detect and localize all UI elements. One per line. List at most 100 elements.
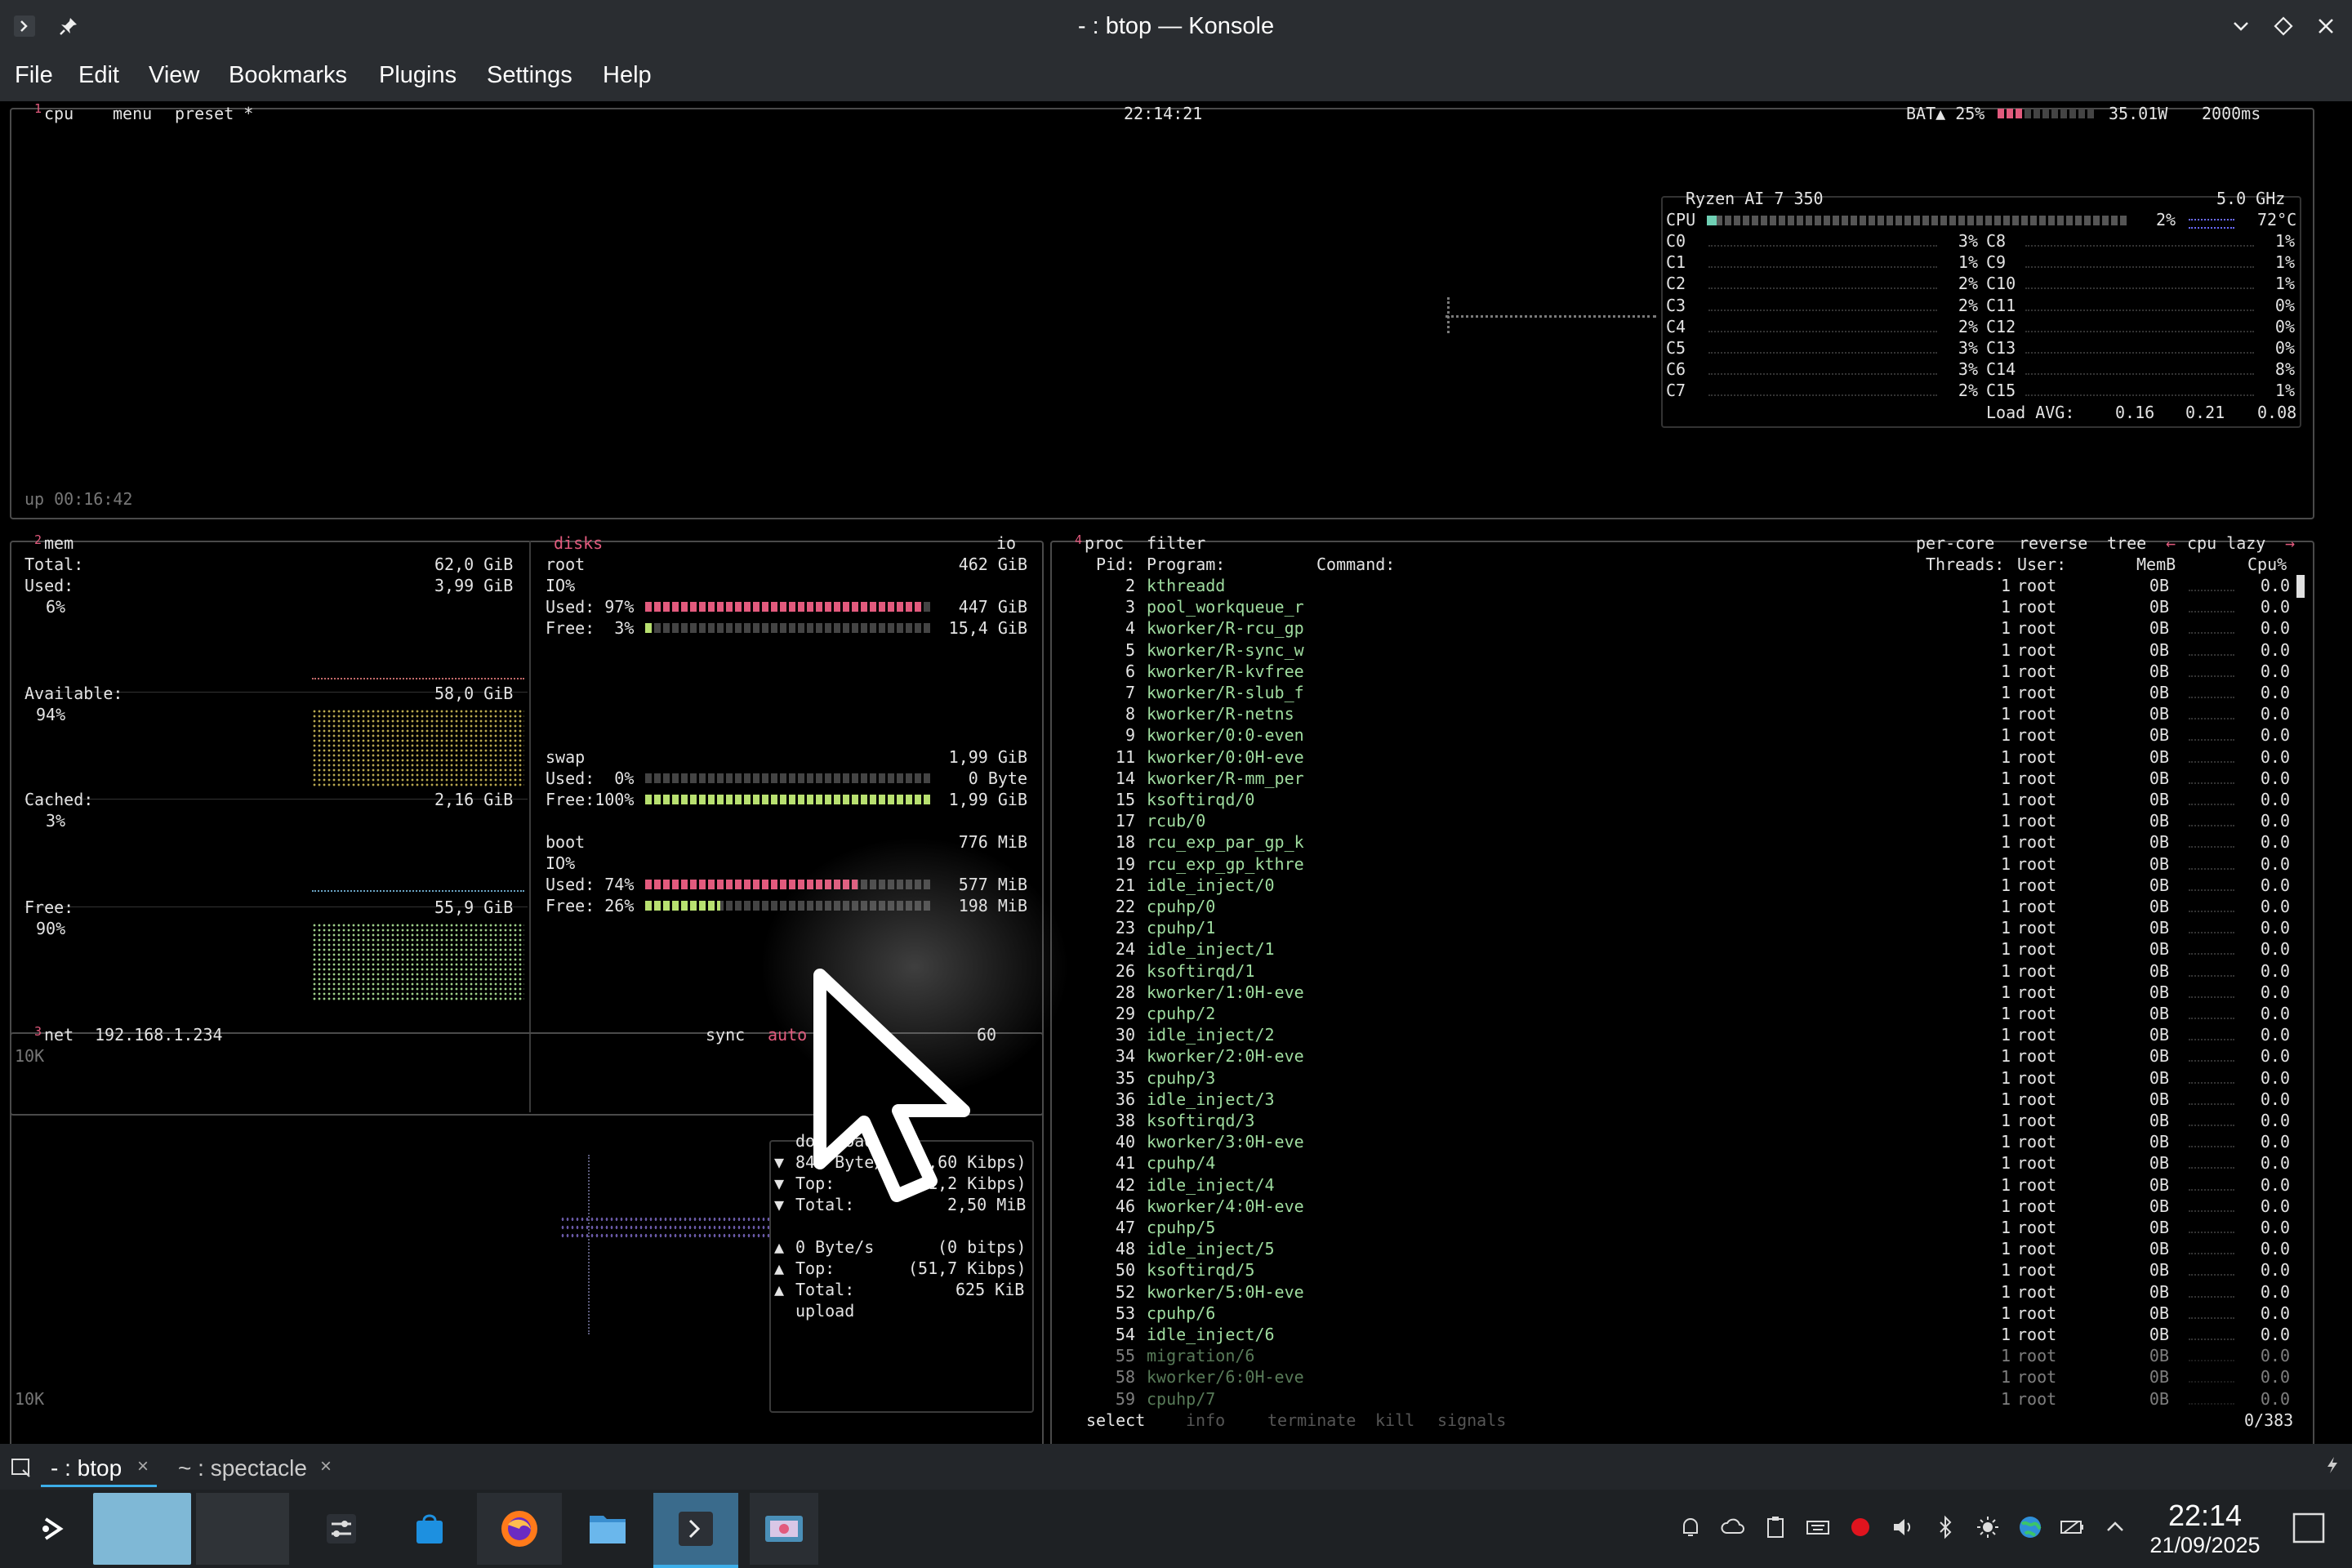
proc-info[interactable]: info	[1186, 1410, 1225, 1431]
minimize-icon[interactable]	[2226, 11, 2256, 41]
close-icon[interactable]	[2311, 11, 2341, 41]
table-row[interactable]: 7 kworker/R-slub_f 1 root 0B 0.0	[1054, 682, 2295, 703]
table-row[interactable]: 38 ksoftirqd/3 1 root 0B 0.0	[1054, 1110, 2295, 1131]
table-row[interactable]: 40 kworker/3:0H-eve 1 root 0B 0.0	[1054, 1131, 2295, 1152]
table-row[interactable]: 19 rcu_exp_gp_kthre 1 root 0B 0.0	[1054, 853, 2295, 875]
table-row[interactable]: 3 pool_workqueue_r 1 root 0B 0.0	[1054, 596, 2295, 617]
table-row[interactable]: 22 cpuhp/0 1 root 0B 0.0	[1054, 896, 2295, 917]
table-row[interactable]: 59 cpuhp/7 1 root 0B 0.0	[1054, 1388, 2295, 1410]
tab-spectacle[interactable]: ~ : spectacle ×	[168, 1449, 340, 1485]
menu-view[interactable]: View	[149, 62, 199, 89]
disks-tab[interactable]: disks	[554, 532, 603, 554]
proc-terminate[interactable]: terminate	[1267, 1410, 1356, 1431]
desktop-pager-2[interactable]	[196, 1493, 289, 1565]
discover-store-icon[interactable]	[405, 1493, 454, 1565]
table-row[interactable]: 54 idle_inject/6 1 root 0B 0.0	[1054, 1324, 2295, 1345]
tab-menu-icon[interactable]	[2324, 1455, 2341, 1478]
tab-close-icon[interactable]: ×	[320, 1455, 332, 1478]
network-globe-icon[interactable]	[2016, 1512, 2045, 1542]
proc-scrollbar[interactable]	[2296, 575, 2305, 598]
proc-tab[interactable]: proc	[1085, 532, 1124, 554]
table-row[interactable]: 8 kworker/R-netns 1 root 0B 0.0	[1054, 703, 2295, 724]
header-user[interactable]: User:	[2017, 554, 2066, 575]
table-row[interactable]: 34 kworker/2:0H-eve 1 root 0B 0.0	[1054, 1045, 2295, 1067]
menu-edit[interactable]: Edit	[78, 62, 119, 89]
cpu-menu-button[interactable]: menu	[113, 103, 152, 124]
disk-name[interactable]: boot	[546, 831, 585, 853]
tab-close-icon[interactable]: ×	[137, 1455, 149, 1478]
table-row[interactable]: 17 rcub/0 1 root 0B 0.0	[1054, 810, 2295, 831]
net-tab[interactable]: net	[44, 1024, 74, 1045]
table-row[interactable]: 23 cpuhp/1 1 root 0B 0.0	[1054, 917, 2295, 938]
table-row[interactable]: 4 kworker/R-rcu_gp 1 root 0B 0.0	[1054, 617, 2295, 639]
proc-signals[interactable]: signals	[1437, 1410, 1506, 1431]
header-program[interactable]: Program:	[1147, 554, 1225, 575]
sort-right-arrow[interactable]: →	[2285, 532, 2295, 554]
volume-icon[interactable]	[1888, 1512, 1918, 1542]
header-threads[interactable]: Threads:	[1926, 554, 2004, 575]
header-mem[interactable]: MemB	[2136, 554, 2176, 575]
chevron-up-icon[interactable]	[2100, 1512, 2130, 1542]
reverse-toggle[interactable]: reverse	[2019, 532, 2087, 554]
cloud-sync-icon[interactable]	[1718, 1512, 1748, 1542]
cpu-preset-button[interactable]: preset *	[175, 103, 253, 124]
update-interval[interactable]: 2000ms	[2202, 103, 2261, 124]
konsole-task-icon[interactable]	[653, 1493, 738, 1568]
net-sync-toggle[interactable]: sync	[706, 1024, 745, 1045]
desktop-pager-1[interactable]	[93, 1493, 191, 1565]
cpu-tab[interactable]: cpu	[44, 103, 74, 124]
table-row[interactable]: 36 idle_inject/3 1 root 0B 0.0	[1054, 1089, 2295, 1110]
menu-bookmarks[interactable]: Bookmarks	[229, 62, 347, 89]
proc-filter-button[interactable]: filter	[1147, 532, 1205, 554]
menu-file[interactable]: File	[15, 62, 53, 89]
disk-name[interactable]: swap	[546, 746, 585, 768]
settings-app-icon[interactable]	[317, 1493, 366, 1565]
table-row[interactable]: 53 cpuhp/6 1 root 0B 0.0	[1054, 1303, 2295, 1324]
menu-plugins[interactable]: Plugins	[379, 62, 457, 89]
clock[interactable]: 22:14 21/09/2025	[2140, 1499, 2270, 1558]
table-row[interactable]: 41 cpuhp/4 1 root 0B 0.0	[1054, 1152, 2295, 1174]
brightness-icon[interactable]	[1973, 1512, 2002, 1542]
tab-btop[interactable]: - : btop ×	[41, 1449, 157, 1487]
menu-help[interactable]: Help	[603, 62, 652, 89]
disks-io-toggle[interactable]: io	[996, 532, 1016, 554]
disk-name[interactable]: root	[546, 554, 585, 575]
table-row[interactable]: 28 kworker/1:0H-eve 1 root 0B 0.0	[1054, 982, 2295, 1003]
menu-settings[interactable]: Settings	[487, 62, 572, 89]
table-row[interactable]: 58 kworker/6:0H-eve 1 root 0B 0.0	[1054, 1366, 2295, 1388]
table-row[interactable]: 35 cpuhp/3 1 root 0B 0.0	[1054, 1067, 2295, 1089]
file-manager-icon[interactable]	[583, 1493, 632, 1565]
table-row[interactable]: 47 cpuhp/5 1 root 0B 0.0	[1054, 1217, 2295, 1238]
table-row[interactable]: 29 cpuhp/2 1 root 0B 0.0	[1054, 1003, 2295, 1024]
table-row[interactable]: 24 idle_inject/1 1 root 0B 0.0	[1054, 938, 2295, 960]
show-desktop-icon[interactable]	[2292, 1511, 2326, 1545]
spectacle-task-icon[interactable]	[750, 1493, 818, 1565]
table-row[interactable]: 6 kworker/R-kvfree 1 root 0B 0.0	[1054, 661, 2295, 682]
sort-left-arrow[interactable]: ←	[2166, 532, 2176, 554]
terminal-area[interactable]: 1 cpu menu preset * 22:14:21 BAT▲ 25% 35…	[0, 101, 2352, 1526]
app-launcher-icon[interactable]	[29, 1493, 78, 1565]
header-command[interactable]: Command:	[1316, 554, 1395, 575]
mem-tab[interactable]: mem	[44, 532, 74, 554]
table-row[interactable]: 50 ksoftirqd/5 1 root 0B 0.0	[1054, 1259, 2295, 1281]
table-row[interactable]: 15 ksoftirqd/0 1 root 0B 0.0	[1054, 789, 2295, 810]
table-row[interactable]: 48 idle_inject/5 1 root 0B 0.0	[1054, 1238, 2295, 1259]
table-row[interactable]: 14 kworker/R-mm_per 1 root 0B 0.0	[1054, 768, 2295, 789]
sort-selector[interactable]: cpu lazy	[2187, 532, 2265, 554]
new-tab-icon[interactable]	[10, 1455, 33, 1481]
maximize-icon[interactable]	[2269, 11, 2298, 41]
per-core-toggle[interactable]: per-core	[1916, 532, 1994, 554]
table-row[interactable]: 9 kworker/0:0-even 1 root 0B 0.0	[1054, 724, 2295, 746]
header-pid[interactable]: Pid:	[1096, 554, 1135, 575]
table-row[interactable]: 55 migration/6 1 root 0B 0.0	[1054, 1345, 2295, 1366]
battery-tray-icon[interactable]	[2058, 1512, 2087, 1542]
table-row[interactable]: 42 idle_inject/4 1 root 0B 0.0	[1054, 1174, 2295, 1196]
table-row[interactable]: 52 kworker/5:0H-eve 1 root 0B 0.0	[1054, 1281, 2295, 1303]
header-cpu[interactable]: Cpu%	[2247, 554, 2287, 575]
table-row[interactable]: 21 idle_inject/0 1 root 0B 0.0	[1054, 875, 2295, 896]
notifications-icon[interactable]	[1676, 1512, 1705, 1542]
proc-kill[interactable]: kill	[1375, 1410, 1414, 1431]
table-row[interactable]: 26 ksoftirqd/1 1 root 0B 0.0	[1054, 960, 2295, 982]
proc-select[interactable]: select	[1086, 1410, 1145, 1431]
keyboard-icon[interactable]	[1803, 1512, 1833, 1542]
